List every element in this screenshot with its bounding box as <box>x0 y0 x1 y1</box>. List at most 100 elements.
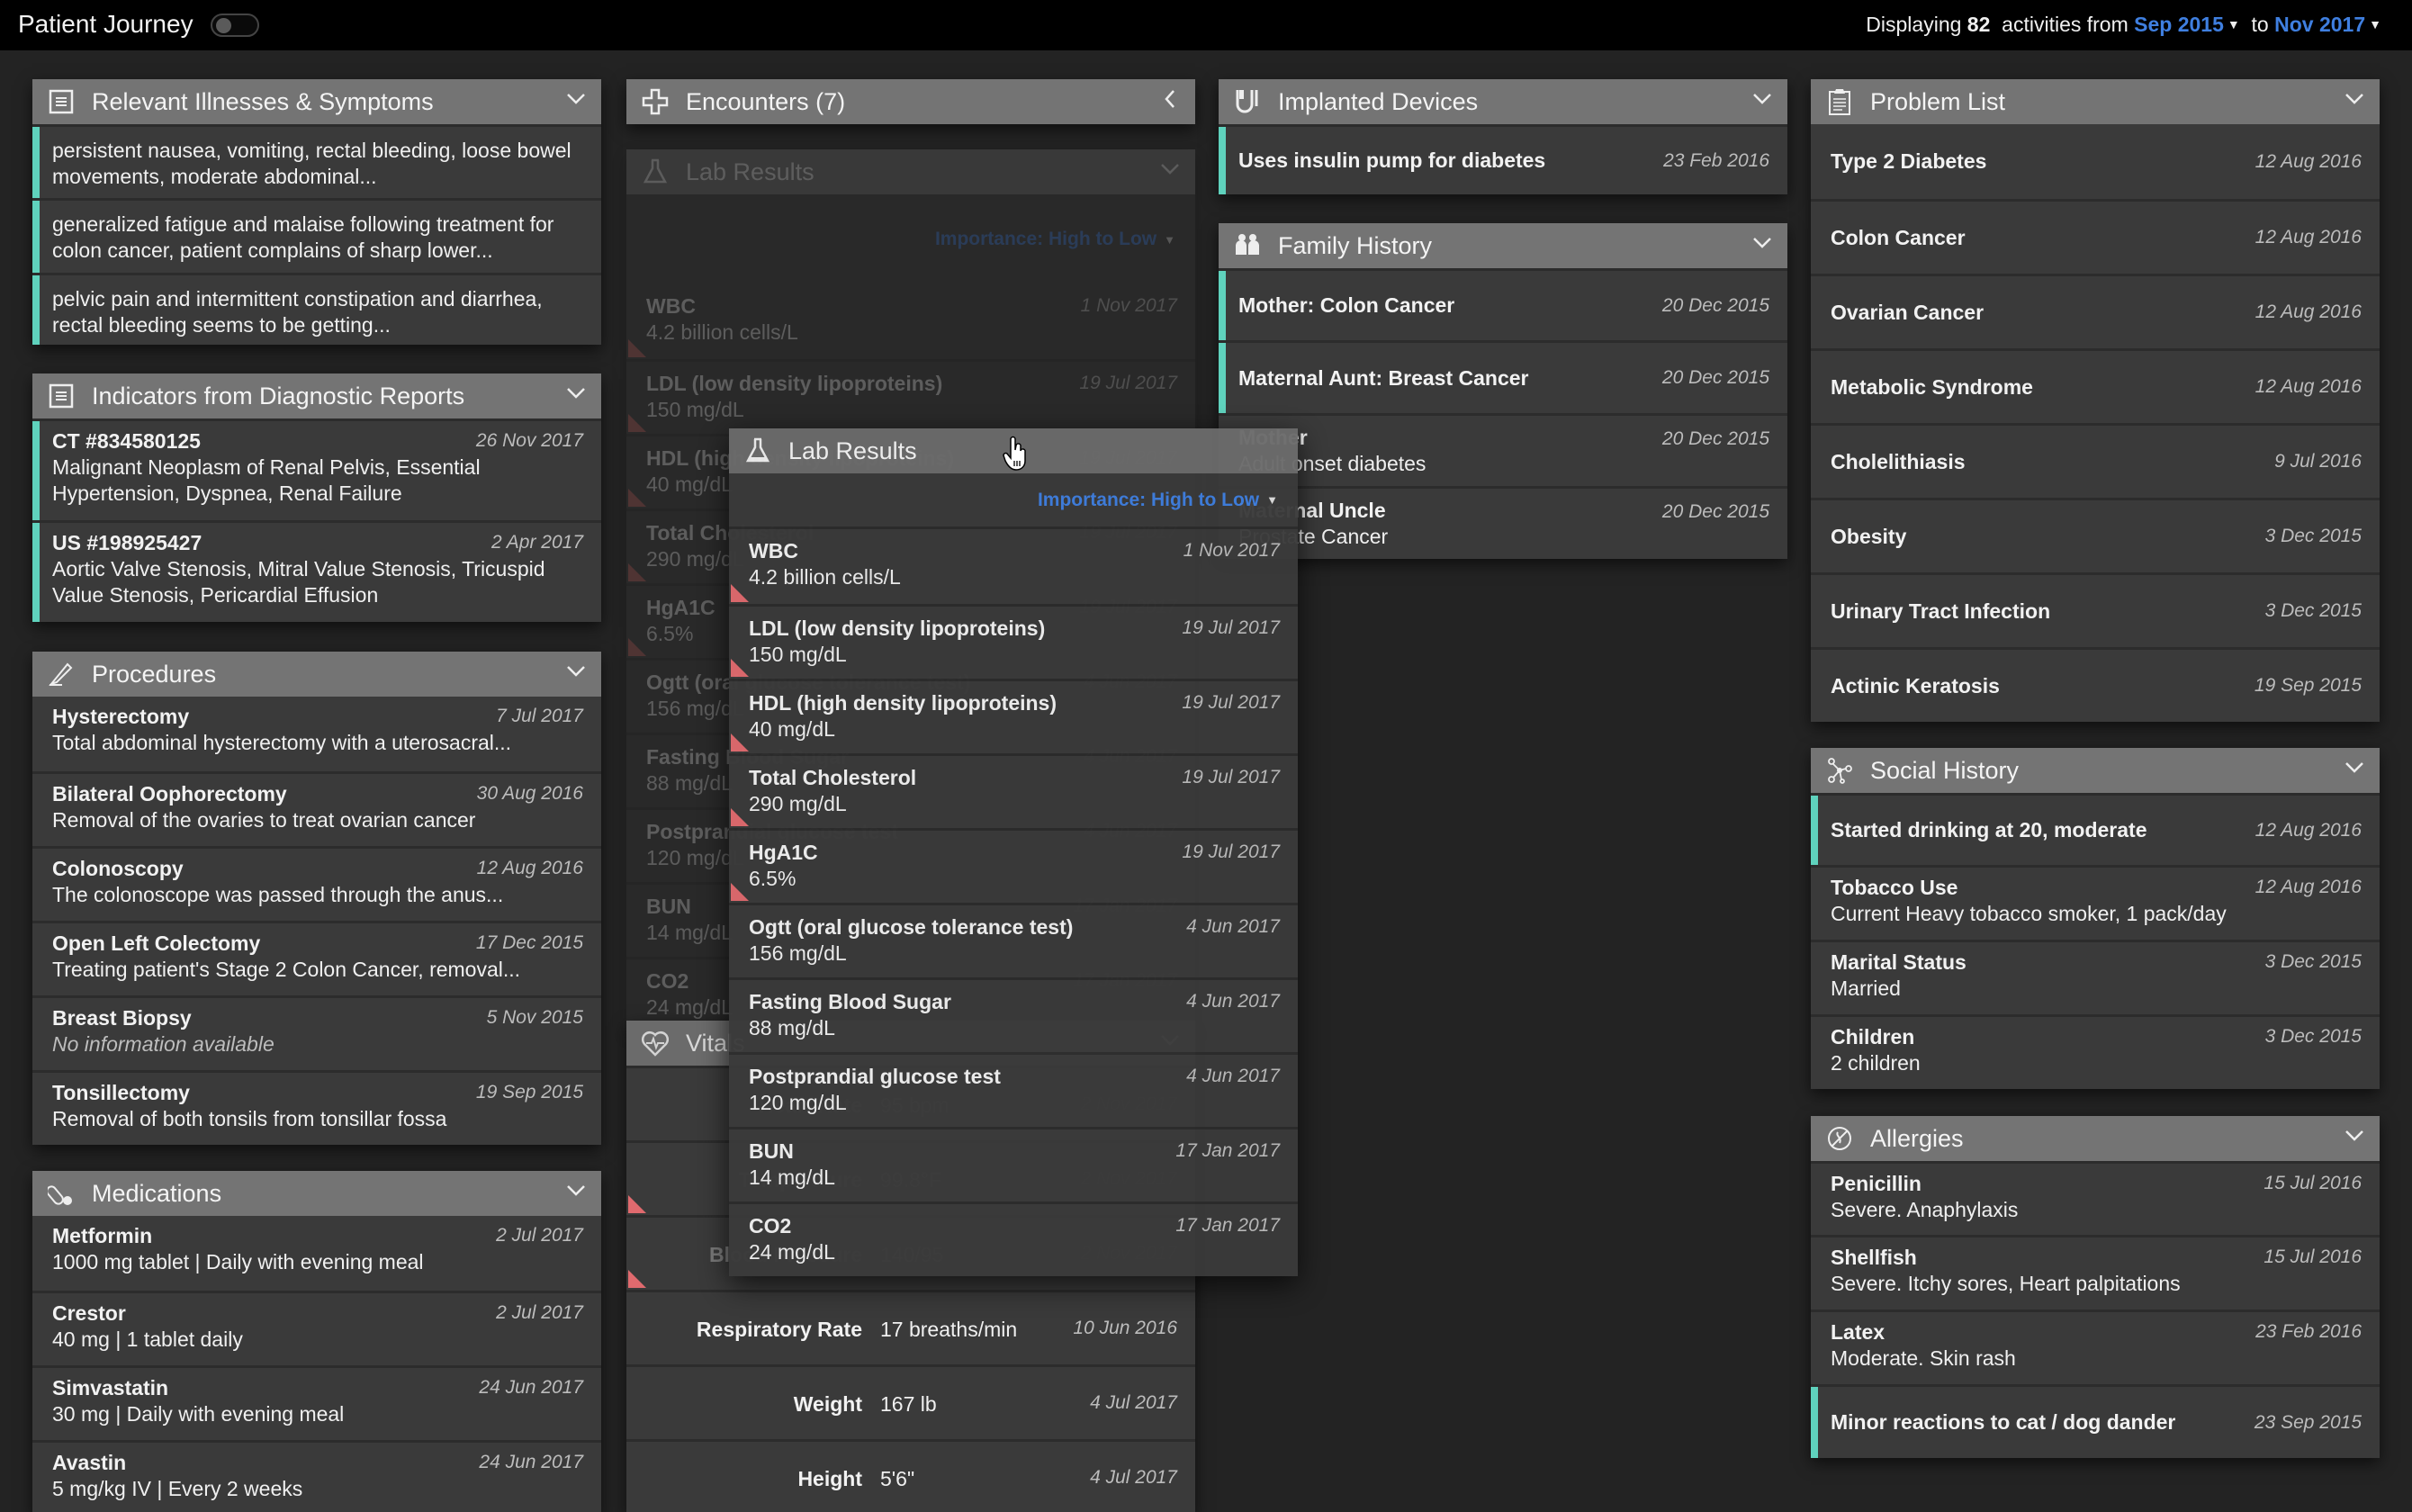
list-item[interactable]: Penicillin Severe. Anaphylaxis 15 Jul 20… <box>1811 1161 2380 1235</box>
chevron-down-icon[interactable] <box>2342 1123 2367 1148</box>
chevron-left-icon[interactable] <box>1157 86 1183 112</box>
panel-header[interactable]: Encounters (7) <box>626 79 1195 124</box>
chevron-down-icon[interactable] <box>2342 86 2367 112</box>
vital-value: 17 breaths/min <box>880 1318 1018 1341</box>
panel-header[interactable]: Family History <box>1219 223 1787 268</box>
list-item[interactable]: LDL (low density lipoproteins) 150 mg/dL 1… <box>729 604 1298 679</box>
problem-name: Type 2 Diabetes <box>1831 149 1987 173</box>
list-item[interactable]: Maternal Uncle Prostate Cancer 20 Dec 20… <box>1219 486 1787 559</box>
range-middle: activities from <box>2002 13 2128 36</box>
list-item[interactable]: generalized fatigue and malaise followin… <box>32 198 601 273</box>
lab-test-date: 17 Jan 2017 <box>1175 1215 1280 1236</box>
panel-header[interactable]: Social History <box>1811 748 2380 793</box>
list-item[interactable]: Ovarian Cancer 12 Aug 2016 <box>1811 274 2380 348</box>
chevron-down-icon[interactable] <box>563 1178 589 1203</box>
list-item[interactable]: Fasting Blood Sugar 88 mg/dL 4 Jun 2017 <box>729 977 1298 1052</box>
panel-header[interactable]: Medications <box>32 1171 601 1216</box>
list-item-ghost: WBC 4.2 billion cells/L 1 Nov 2017 <box>626 284 1195 359</box>
list-item[interactable]: Bilateral Oophorectomy Removal of the ova… <box>32 771 601 846</box>
panel-header[interactable]: Indicators from Diagnostic Reports <box>32 374 601 418</box>
list-item[interactable]: BUN 14 mg/dL 17 Jan 2017 <box>729 1127 1298 1202</box>
list-item[interactable]: HDL (high density lipoproteins) 40 mg/dL 1… <box>729 679 1298 753</box>
chevron-down-icon[interactable] <box>2342 755 2367 780</box>
panel-header[interactable]: Procedures <box>32 652 601 697</box>
list-item[interactable]: Started drinking at 20, moderate 12 Aug … <box>1811 793 2380 865</box>
list-item[interactable]: Tobacco Use Current Heavy tobacco smoker… <box>1811 865 2380 940</box>
problem-date: 12 Aug 2016 <box>2254 302 2362 322</box>
list-item[interactable]: WBC 4.2 billion cells/L 1 Nov 2017 <box>729 529 1298 604</box>
lab-test-value: 88 mg/dL <box>749 1016 835 1040</box>
list-item[interactable]: Cholelithiasis 9 Jul 2016 <box>1811 423 2380 498</box>
social-item-date: 3 Dec 2015 <box>2264 1026 2362 1047</box>
list-item[interactable]: Total Cholesterol 290 mg/dL 19 Jul 2017 <box>729 753 1298 828</box>
list-item[interactable]: HgA1C 6.5% 19 Jul 2017 <box>729 828 1298 903</box>
list-item[interactable]: Ogtt (oral glucose tolerance test) 156 mg… <box>729 903 1298 977</box>
chevron-down-icon[interactable] <box>1750 86 1775 112</box>
molecule-icon <box>1825 756 1854 785</box>
chevron-down-icon[interactable] <box>563 381 589 406</box>
list-item[interactable]: Maternal Aunt: Breast Cancer 20 Dec 2015 <box>1219 340 1787 413</box>
list-item[interactable]: Weight 167 lb 4 Jul 2017 <box>626 1364 1195 1439</box>
social-history-panel: Social History Started drinking at 20, m… <box>1811 748 2380 1089</box>
chevron-down-icon[interactable] <box>563 86 589 112</box>
list-item[interactable]: Shellfish Severe. Itchy sores, Heart pal… <box>1811 1235 2380 1310</box>
problem-date: 19 Sep 2015 <box>2254 675 2362 696</box>
list-item[interactable]: Postprandial glucose test 120 mg/dL 4 Jun … <box>729 1052 1298 1127</box>
panel-header[interactable]: Problem List <box>1811 79 2380 124</box>
list-item[interactable]: Actinic Keratosis 19 Sep 2015 <box>1811 647 2380 722</box>
list-item[interactable]: Colonoscopy The colonoscope was passed th… <box>32 846 601 921</box>
list-item[interactable]: Mother: Colon Cancer 20 Dec 2015 <box>1219 268 1787 340</box>
list-item[interactable]: Minor reactions to cat / dog dander 23 S… <box>1811 1384 2380 1458</box>
panel-header[interactable]: Implanted Devices <box>1219 79 1787 124</box>
list-item[interactable]: Metabolic Syndrome 12 Aug 2016 <box>1811 348 2380 423</box>
procedure-desc: Removal of the ovaries to treat ovarian … <box>52 808 476 832</box>
list-item[interactable]: Obesity 3 Dec 2015 <box>1811 498 2380 572</box>
chevron-down-icon <box>1157 157 1183 182</box>
list-item[interactable]: Hysterectomy Total abdominal hysterectomy… <box>32 697 601 771</box>
to-date-value: Nov 2017 <box>2274 13 2366 36</box>
chevron-down-icon[interactable] <box>1750 230 1775 256</box>
from-date-dropdown[interactable]: Sep 2015 ▼ <box>2134 13 2240 36</box>
caret-down-icon: ▼ <box>2227 17 2240 32</box>
journey-toggle[interactable] <box>211 14 259 37</box>
panel-header[interactable]: Relevant Illnesses & Symptoms <box>32 79 601 124</box>
list-item[interactable]: US #198925427 Aortic Valve Stenosis, Mit… <box>32 520 601 622</box>
list-item[interactable]: Latex Moderate. Skin rash 23 Feb 2016 <box>1811 1310 2380 1384</box>
social-item-date: 12 Aug 2016 <box>2254 819 2362 841</box>
problem-name: Actinic Keratosis <box>1831 673 2000 698</box>
from-date-value: Sep 2015 <box>2134 13 2224 36</box>
panel-title: Medications <box>92 1179 222 1207</box>
list-item[interactable]: Colon Cancer 12 Aug 2016 <box>1811 199 2380 274</box>
list-item[interactable]: Tonsillectomy Removal of both tonsils fro… <box>32 1070 601 1145</box>
medication-date: 24 Jun 2017 <box>479 1452 583 1472</box>
procedure-date: 30 Aug 2016 <box>476 783 583 804</box>
list-item[interactable]: Uses insulin pump for diabetes 23 Feb 20… <box>1219 124 1787 194</box>
sort-dropdown[interactable]: Importance: High to Low ▼ <box>729 473 1298 529</box>
list-item[interactable]: Children 2 children 3 Dec 2015 <box>1811 1014 2380 1089</box>
list-item[interactable]: Urinary Tract Infection 3 Dec 2015 <box>1811 572 2380 647</box>
list-item[interactable]: persistent nausea, vomiting, rectal blee… <box>32 124 601 198</box>
to-date-dropdown[interactable]: Nov 2017 ▼ <box>2274 13 2381 36</box>
problem-date: 3 Dec 2015 <box>2264 526 2362 546</box>
lab-results-panel-dragging[interactable]: Lab Results Importance: High to Low ▼ WBC… <box>729 428 1298 1276</box>
list-item[interactable]: pelvic pain and intermittent constipatio… <box>32 273 601 345</box>
list-item[interactable]: Avastin 5 mg/kg IV | Every 2 weeks 24 Jun … <box>32 1440 601 1512</box>
chevron-down-icon[interactable] <box>563 659 589 684</box>
list-item[interactable]: Metformin 1000 mg tablet | Daily with eve… <box>32 1216 601 1291</box>
list-item[interactable]: Crestor 40 mg | 1 tablet daily 2 Jul 2017 <box>32 1291 601 1365</box>
list-item[interactable]: Respiratory Rate 17 breaths/min 10 Jun 201… <box>626 1290 1195 1364</box>
medication-dosage: 30 mg | Daily with evening meal <box>52 1402 345 1426</box>
list-item[interactable]: Simvastatin 30 mg | Daily with evening me… <box>32 1365 601 1440</box>
range-prefix: Displaying <box>1866 13 1962 36</box>
list-item[interactable]: Breast Biopsy No information available 5 N… <box>32 995 601 1070</box>
list-item[interactable]: Type 2 Diabetes 12 Aug 2016 <box>1811 124 2380 199</box>
list-item[interactable]: Marital Status Married 3 Dec 2015 <box>1811 940 2380 1014</box>
illnesses-panel: Relevant Illnesses & Symptoms persistent… <box>32 79 601 345</box>
list-item[interactable]: Height 5'6" 4 Jul 2017 <box>626 1439 1195 1512</box>
panel-header[interactable]: Allergies <box>1811 1116 2380 1161</box>
list-item[interactable]: Open Left Colectomy Treating patient's St… <box>32 921 601 995</box>
list-item[interactable]: CO2 24 mg/dL 17 Jan 2017 <box>729 1202 1298 1276</box>
lab-test-date: 1 Nov 2017 <box>1080 295 1177 316</box>
list-item[interactable]: Mother Adult onset diabetes 20 Dec 2015 <box>1219 413 1787 486</box>
list-item[interactable]: CT #834580125 Malignant Neoplasm of Rena… <box>32 418 601 520</box>
